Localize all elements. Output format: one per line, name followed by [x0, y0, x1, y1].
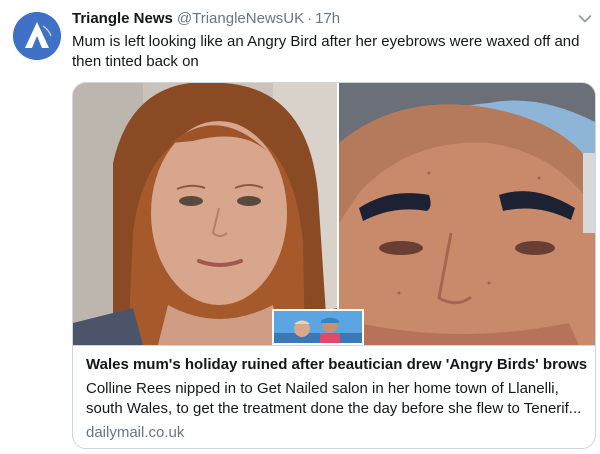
photo-before	[73, 83, 337, 345]
tweet[interactable]: Triangle News @TriangleNewsUK · 17h Mum is …	[0, 0, 600, 454]
triangle-logo-icon	[13, 12, 61, 60]
tweet-text: Mum is left looking like an Angry Bird a…	[72, 33, 580, 70]
card-media[interactable]	[73, 83, 595, 345]
photo-inset	[272, 309, 364, 345]
account-name[interactable]: Triangle News	[72, 10, 173, 27]
card-domain[interactable]: dailymail.co.uk	[86, 423, 184, 443]
card-description: Colline Rees nipped in to Get Nailed sal…	[86, 380, 582, 417]
account-handle[interactable]: @TriangleNewsUK	[177, 10, 304, 27]
avatar[interactable]	[13, 12, 61, 60]
card-body[interactable]: Wales mum's holiday ruined after beautic…	[73, 345, 595, 441]
card-title[interactable]: Wales mum's holiday ruined after beautic…	[86, 355, 587, 375]
tweet-timestamp[interactable]: 17h	[315, 10, 340, 27]
link-card[interactable]: Wales mum's holiday ruined after beautic…	[72, 82, 596, 449]
chevron-down-icon[interactable]	[578, 14, 592, 24]
photo-after	[339, 83, 595, 345]
separator-dot: ·	[307, 10, 313, 27]
tweet-header: Triangle News @TriangleNewsUK · 17h	[72, 9, 560, 29]
